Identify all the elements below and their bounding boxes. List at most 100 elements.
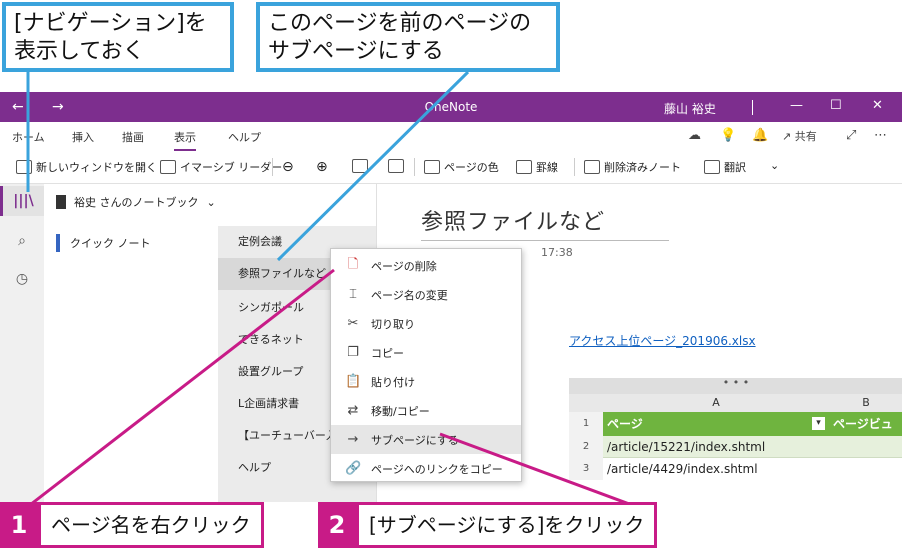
rule-lines-icon <box>516 160 532 174</box>
menu-item-label: サブページにする <box>371 433 459 447</box>
sync-icon[interactable]: ☁ <box>688 128 701 143</box>
toolbar-separator <box>574 158 575 176</box>
menu-item-label: コピー <box>371 346 404 360</box>
more-options-icon[interactable]: ⋯ <box>874 128 887 143</box>
clock-icon[interactable]: ◷ <box>0 264 44 294</box>
step-number: 1 <box>0 502 38 548</box>
trash-icon <box>584 160 600 174</box>
zoom-out-icon[interactable]: ⊖ <box>282 159 294 175</box>
app-title: OneNote <box>424 100 478 114</box>
expand-icon[interactable]: ⤢ <box>846 128 856 143</box>
notebook-name: 裕史 さんのノートブック <box>74 196 199 209</box>
page-color-icon <box>424 160 440 174</box>
new-window-icon <box>16 160 32 174</box>
menu-item-cut[interactable]: ✂ 切り取り <box>331 309 521 338</box>
ribbon-toolbar: 新しいウィンドウを開く イマーシブ リーダー ⊖ ⊕ ページの色 罫線 削除済み… <box>0 150 902 184</box>
lightbulb-icon[interactable]: 💡 <box>720 128 736 143</box>
menu-item-label: ページの削除 <box>371 259 437 273</box>
section-item[interactable]: クイック ノート <box>44 228 218 258</box>
tab-draw[interactable]: 描画 <box>122 129 144 145</box>
row-header: 1 <box>569 412 603 436</box>
menu-item-copy-link[interactable]: 🔗 ページへのリンクをコピー <box>331 454 521 483</box>
translate-button[interactable]: 翻訳 <box>704 159 746 175</box>
step-text: ページ名を右クリック <box>38 502 264 548</box>
menu-item-move-copy[interactable]: ⇄ 移動/コピー <box>331 396 521 425</box>
move-icon: ⇄ <box>347 403 359 418</box>
rename-icon: ⌶ <box>349 287 357 302</box>
page-color-button[interactable]: ページの色 <box>424 159 499 175</box>
close-button[interactable]: ✕ <box>872 98 883 113</box>
table-cell[interactable] <box>829 436 902 458</box>
tab-insert[interactable]: 挿入 <box>72 129 94 145</box>
menu-item-make-subpage[interactable]: → サブページにする <box>331 425 521 454</box>
chevron-down-icon[interactable]: ⌄ <box>770 159 779 172</box>
immersive-reader-label: イマーシブ リーダー <box>180 161 283 174</box>
notebook-selector[interactable]: 裕史 さんのノートブック ⌄ <box>44 184 376 220</box>
page-width-icon[interactable] <box>352 159 368 173</box>
deleted-notes-button[interactable]: 削除済みノート <box>584 159 681 175</box>
search-icon[interactable]: ⌕ <box>0 226 44 256</box>
section-label: クイック ノート <box>70 237 151 250</box>
table-cell[interactable]: /article/4429/index.shtml <box>603 458 829 480</box>
share-button[interactable]: ↗ 共有 <box>782 128 817 144</box>
new-window-button[interactable]: 新しいウィンドウを開く <box>16 159 157 175</box>
share-icon: ↗ <box>782 130 792 143</box>
zoom-in-icon[interactable]: ⊕ <box>316 159 328 175</box>
title-underline <box>421 240 669 241</box>
rule-lines-label: 罫線 <box>536 161 558 174</box>
copy-icon: ❐ <box>347 345 359 360</box>
step-2-label: 2 [サブページにする]をクリック <box>318 502 658 548</box>
table-cell[interactable]: /article/15221/index.shtml <box>603 436 829 458</box>
minimize-button[interactable]: — <box>790 98 803 113</box>
row-header: 3 <box>569 458 603 480</box>
corner-cell <box>569 394 603 412</box>
section-color-bar <box>56 234 60 252</box>
menu-item-label: ページへのリンクをコピー <box>371 462 503 476</box>
reader-icon <box>160 160 176 174</box>
header-cell-page[interactable]: ページ ▾ <box>603 412 829 436</box>
callout-show-navigation: [ナビゲーション]を表示しておく <box>2 2 234 72</box>
paste-icon: 📋 <box>345 374 362 389</box>
filter-dropdown-icon[interactable]: ▾ <box>812 417 825 430</box>
fit-page-icon[interactable] <box>388 159 404 173</box>
menu-item-label: 移動/コピー <box>371 404 430 418</box>
menu-item-label: 貼り付け <box>371 375 415 389</box>
maximize-button[interactable]: ☐ <box>830 98 842 113</box>
menu-item-paste[interactable]: 📋 貼り付け <box>331 367 521 396</box>
bell-icon[interactable]: 🔔 <box>752 128 768 143</box>
callout-make-subpage: このページを前のページのサブページにする <box>256 2 560 72</box>
context-menu: 🗋 ページの削除 ⌶ ページ名の変更 ✂ 切り取り ❐ コピー 📋 貼り付け ⇄… <box>330 248 522 482</box>
chevron-down-icon: ⌄ <box>206 195 216 209</box>
menu-item-label: ページ名の変更 <box>371 288 448 302</box>
menu-item-copy[interactable]: ❐ コピー <box>331 338 521 367</box>
menu-item-label: 切り取り <box>371 317 415 331</box>
header-cell-label: ページ <box>607 417 643 431</box>
header-cell-pageviews[interactable]: ページビュ <box>829 412 902 436</box>
menu-item-delete-page[interactable]: 🗋 ページの削除 <box>331 251 521 280</box>
titlebar-separator <box>752 100 753 115</box>
translate-label: 翻訳 <box>724 161 746 174</box>
immersive-reader-button[interactable]: イマーシブ リーダー <box>160 159 282 175</box>
page-title[interactable]: 参照ファイルなど <box>421 204 605 236</box>
menu-item-rename-page[interactable]: ⌶ ページ名の変更 <box>331 280 521 309</box>
notebooks-icon[interactable]: |||\ <box>0 186 44 216</box>
user-name[interactable]: 藤山 裕史 <box>664 100 716 117</box>
page-width-shape <box>352 159 368 173</box>
translate-icon <box>704 160 720 174</box>
page-color-label: ページの色 <box>444 161 499 174</box>
column-header-b: B <box>829 394 902 412</box>
tab-help[interactable]: ヘルプ <box>228 129 261 145</box>
link-icon: 🔗 <box>345 461 362 476</box>
attachment-link[interactable]: アクセス上位ページ_201906.xlsx <box>569 332 756 349</box>
tab-home[interactable]: ホーム <box>12 129 45 145</box>
notebook-icon <box>56 195 66 209</box>
title-bar: ← → OneNote 藤山 裕史 — ☐ ✕ <box>0 92 902 122</box>
delete-page-icon: 🗋 <box>347 256 359 272</box>
deleted-notes-label: 削除済みノート <box>604 161 681 174</box>
page-timestamp: 17:38 <box>541 246 573 259</box>
spreadsheet-handle[interactable]: • • • <box>569 377 902 394</box>
tab-view[interactable]: 表示 <box>174 129 196 151</box>
rule-lines-button[interactable]: 罫線 <box>516 159 558 175</box>
toolbar-separator <box>272 158 273 176</box>
column-header-a: A <box>603 394 829 412</box>
